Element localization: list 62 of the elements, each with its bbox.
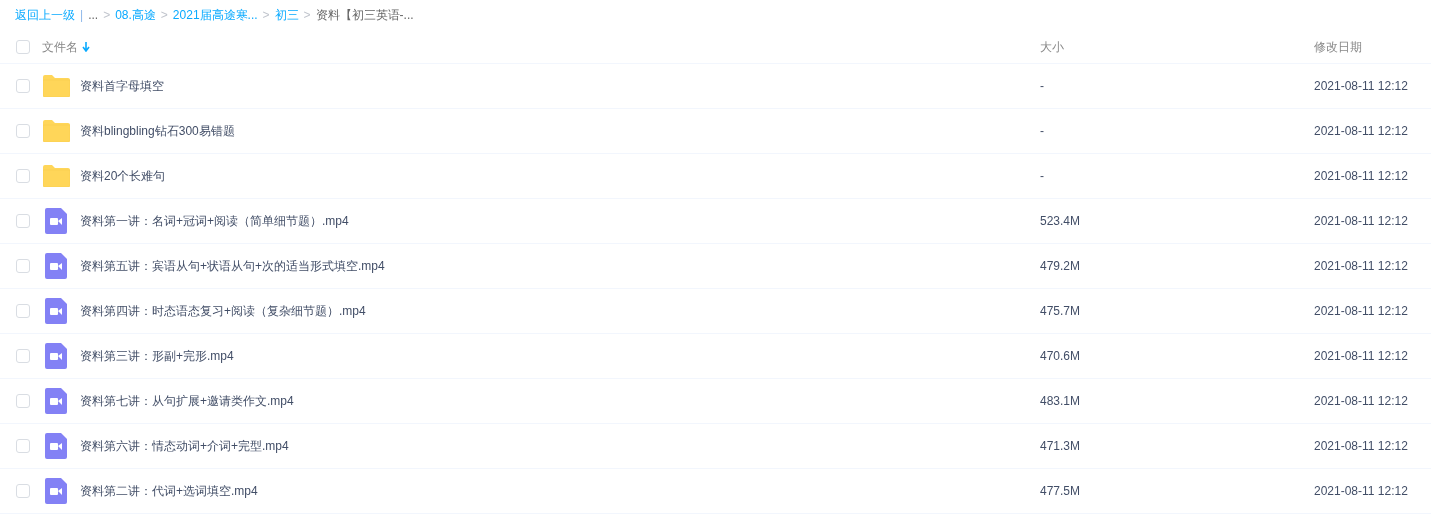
breadcrumb-text: 资料【初三英语-... [315, 7, 414, 24]
checkbox[interactable] [16, 214, 30, 228]
video-file-icon [45, 343, 67, 369]
table-cell-text: 470.6M [1040, 348, 1082, 365]
column-header[interactable]: 修改日期 [1314, 37, 1362, 56]
checkbox[interactable] [16, 39, 30, 54]
video-file-icon [45, 208, 67, 234]
checkbox[interactable] [16, 79, 30, 93]
divider: | [80, 7, 84, 24]
file-name[interactable]: 资料第五讲：宾语从句+状语从句+次的适当形式填空.mp4 [80, 257, 385, 275]
video-file-icon [45, 253, 67, 279]
video-file-icon [45, 298, 67, 324]
checkbox[interactable] [16, 439, 30, 453]
table-cell-text: 2021-08-11 12:12 [1314, 258, 1409, 275]
breadcrumb-separator: > [160, 7, 168, 24]
breadcrumb-separator: > [303, 7, 311, 24]
file-name[interactable]: 资料第二讲：代词+选词填空.mp4 [80, 482, 258, 500]
file-name[interactable]: 资料第四讲：时态语态复习+阅读（复杂细节题）.mp4 [80, 302, 366, 320]
table-cell-text: 2021-08-11 12:12 [1314, 483, 1409, 500]
table-cell-text: 479.2M [1040, 258, 1082, 275]
table-cell-text: 2021-08-11 12:12 [1314, 393, 1409, 410]
file-name[interactable]: 资料第三讲：形副+完形.mp4 [80, 347, 234, 365]
folder-icon [42, 75, 70, 97]
checkbox[interactable] [16, 484, 30, 498]
checkbox[interactable] [16, 259, 30, 273]
column-header[interactable]: 文件名 [42, 37, 90, 56]
checkbox[interactable] [16, 349, 30, 363]
table-cell-text: 475.7M [1040, 303, 1082, 320]
table-cell-text: 523.4M [1040, 213, 1082, 230]
breadcrumb-separator: > [103, 7, 111, 24]
file-name[interactable]: 资料第七讲：从句扩展+邀请类作文.mp4 [80, 392, 294, 410]
checkbox[interactable] [16, 124, 30, 138]
breadcrumb-separator: > [262, 7, 270, 24]
breadcrumb-text: ... [88, 7, 99, 24]
table-cell-text: 2021-08-11 12:12 [1314, 438, 1409, 455]
folder-icon [42, 120, 70, 142]
table-cell-text: 2021-08-11 12:12 [1314, 348, 1409, 365]
video-file-icon [45, 388, 67, 414]
sort-arrow-icon [82, 41, 90, 52]
table-cell-text: 2021-08-11 12:12 [1314, 123, 1409, 140]
file-name[interactable]: 资料第六讲：情态动词+介词+完型.mp4 [80, 437, 289, 455]
table-cell-text: - [1040, 123, 1045, 140]
table-cell-text: 2021-08-11 12:12 [1314, 78, 1409, 95]
checkbox[interactable] [16, 394, 30, 408]
file-name[interactable]: 资料首字母填空 [80, 77, 164, 95]
table-cell-text: 2021-08-11 12:12 [1314, 303, 1409, 320]
checkbox[interactable] [16, 169, 30, 183]
checkbox[interactable] [16, 304, 30, 318]
video-file-icon [45, 478, 67, 504]
table-cell-text: 2021-08-11 12:12 [1314, 213, 1409, 230]
table-cell-text: 483.1M [1040, 393, 1082, 410]
file-name[interactable]: 资料20个长难句 [80, 167, 166, 185]
column-header[interactable]: 大小 [1040, 37, 1064, 56]
video-file-icon [45, 433, 67, 459]
file-name[interactable]: 资料blingbling钻石300易错题 [80, 122, 235, 140]
table-cell-text: 477.5M [1040, 483, 1082, 500]
table-cell-text: 2021-08-11 12:12 [1314, 168, 1409, 185]
table-cell-text: 471.3M [1040, 438, 1082, 455]
table-cell-text: - [1040, 168, 1045, 185]
folder-icon [42, 165, 70, 187]
file-name[interactable]: 资料第一讲：名词+冠词+阅读（简单细节题）.mp4 [80, 212, 349, 230]
table-cell-text: - [1040, 78, 1045, 95]
